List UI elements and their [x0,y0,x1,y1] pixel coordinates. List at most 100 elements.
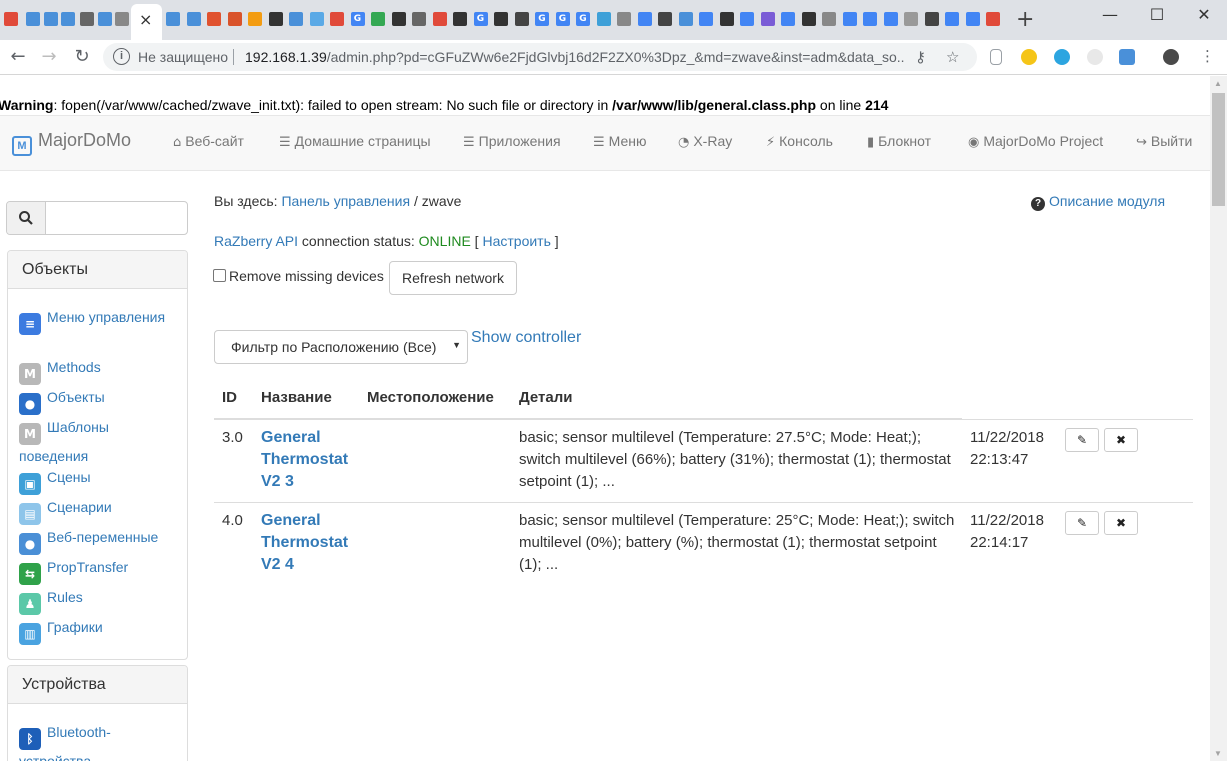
edit-button[interactable]: ✎ [1065,511,1099,535]
tab-favicon[interactable]: G [555,12,570,26]
tab-favicon[interactable] [678,12,693,26]
tab-favicon[interactable] [186,12,201,26]
tab-favicon[interactable]: G [473,12,488,26]
delete-button[interactable]: ✖ [1104,511,1138,535]
tab-favicon[interactable] [760,12,775,26]
device-name-link[interactable]: General Thermostat V2 3 [261,427,361,493]
nav-console[interactable]: ⚡ Консоль [766,133,833,150]
sidebar-item[interactable]: ⇆ PropTransfer [19,556,169,585]
remove-missing-checkbox[interactable] [213,269,226,282]
tab-favicon[interactable] [740,12,754,26]
tab-favicon[interactable] [514,12,529,26]
tab-favicon[interactable]: G [350,12,365,26]
scroll-down-icon[interactable]: ▼ [1214,749,1222,758]
tab-favicon[interactable] [98,12,112,26]
sidebar-item[interactable]: ♟ Rules [19,586,169,615]
page-scrollbar[interactable]: ▲ ▼ [1210,76,1227,761]
tab-favicon[interactable] [26,12,40,26]
razberry-api-link[interactable]: RaZberry API [214,233,298,249]
sidebar-item[interactable]: ▤ Сценарии [19,496,169,525]
tab-favicon[interactable] [863,12,877,26]
tab-favicon[interactable] [115,12,129,26]
tab-favicon[interactable] [924,12,939,26]
tab-favicon[interactable] [842,12,857,26]
reload-button[interactable]: ↻ [70,45,94,69]
back-button[interactable]: ← [6,45,30,69]
nav-notebook[interactable]: ▮ Блокнот [867,133,931,150]
tab-favicon[interactable] [432,12,447,26]
telegram-icon[interactable] [1054,49,1070,65]
bookmark-star-icon[interactable]: ☆ [946,48,959,66]
extension-icon[interactable] [1021,49,1037,65]
maximize-button[interactable]: ☐ [1134,2,1180,30]
tab-favicon[interactable] [965,12,980,26]
tab-favicon[interactable] [494,12,508,26]
tab-favicon[interactable] [61,12,75,26]
sidebar-item[interactable]: ᛒ Bluetooth-устройства [19,721,169,761]
tab-favicon[interactable] [781,12,795,26]
extension-icon[interactable] [1087,49,1103,65]
tab-favicon[interactable] [596,12,611,26]
close-window-button[interactable]: ✕ [1181,2,1227,30]
tab-favicon[interactable] [617,12,631,26]
tab-favicon[interactable] [719,12,734,26]
tab-favicon[interactable] [391,12,406,26]
sidebar-item[interactable]: ● Объекты [19,386,169,415]
forward-button[interactable]: → [37,45,61,69]
edit-button[interactable]: ✎ [1065,428,1099,452]
scroll-thumb[interactable] [1212,93,1225,206]
nav-xray[interactable]: ◔ X-Ray [678,133,732,150]
scroll-up-icon[interactable]: ▲ [1214,79,1222,88]
brand[interactable]: M MajorDoMo [12,130,131,156]
tab-favicon[interactable] [945,12,959,26]
tab-favicon[interactable] [248,12,262,26]
location-filter-select[interactable]: Фильтр по Расположению (Все) ▼ [214,330,468,364]
delete-button[interactable]: ✖ [1104,428,1138,452]
sidebar-item[interactable]: M Шаблоны поведения [19,416,169,467]
url-text[interactable]: 192.168.1.39/admin.php?pd=cGFuZWw6e2FjdG… [245,49,905,65]
tab-favicon[interactable]: G [576,12,590,26]
sidebar-item[interactable]: ▥ Графики [19,616,169,645]
nav-majordomo-project[interactable]: ◉ MajorDoMo Project [968,133,1103,150]
minimize-button[interactable]: — [1087,2,1133,30]
sidebar-item[interactable]: ● Веб-переменные [19,526,169,555]
tab-close-icon[interactable]: × [139,10,152,29]
tab-favicon[interactable] [227,12,242,26]
nav-logout[interactable]: ↪ Выйти [1136,133,1192,150]
new-tab-button[interactable]: + [1016,7,1034,32]
tab-favicon[interactable] [412,12,426,26]
tab-favicon[interactable] [309,12,324,26]
tab-favicon[interactable] [986,12,1000,26]
tab-favicon[interactable] [207,12,221,26]
search-input[interactable] [47,202,186,234]
majordomo-extension-icon[interactable] [1119,49,1135,65]
profile-avatar[interactable] [1163,49,1179,65]
tab-favicon[interactable] [453,12,467,26]
tab-favicon[interactable]: G [535,12,549,26]
tab-favicon[interactable] [637,12,652,26]
breadcrumb-link-control-panel[interactable]: Панель управления [281,193,410,209]
tab-favicon[interactable] [699,12,713,26]
tab-favicon[interactable] [801,12,816,26]
show-controller-link[interactable]: Show controller [471,329,581,347]
tab-favicon[interactable] [883,12,898,26]
refresh-network-button[interactable]: Refresh network [389,261,517,295]
address-bar[interactable]: i Не защищено 192.168.1.39/admin.php?pd=… [103,43,977,71]
configure-link[interactable]: Настроить [482,233,550,249]
key-icon[interactable]: ⚷ [915,48,926,66]
sidebar-item[interactable]: ▣ Сцены [19,466,169,495]
sidebar-item[interactable]: M Methods [19,356,169,385]
tab-favicon[interactable] [44,12,58,26]
nav-menu[interactable]: ☰ Меню [593,133,647,150]
tab-favicon[interactable] [166,12,180,26]
site-info-icon[interactable]: i [113,48,130,65]
nav-home-pages[interactable]: ☰ Домашние страницы [279,133,431,150]
module-help-link[interactable]: ? Описание модуля [1031,193,1165,211]
tab-favicon[interactable] [330,12,344,26]
extension-icon[interactable] [990,49,1002,65]
menu-kebab-icon[interactable]: ⋮ [1200,47,1215,65]
tab-favicon[interactable] [658,12,672,26]
tab-favicon[interactable] [4,12,18,26]
tab-favicon[interactable] [289,12,303,26]
device-name-link[interactable]: General Thermostat V2 4 [261,510,361,576]
